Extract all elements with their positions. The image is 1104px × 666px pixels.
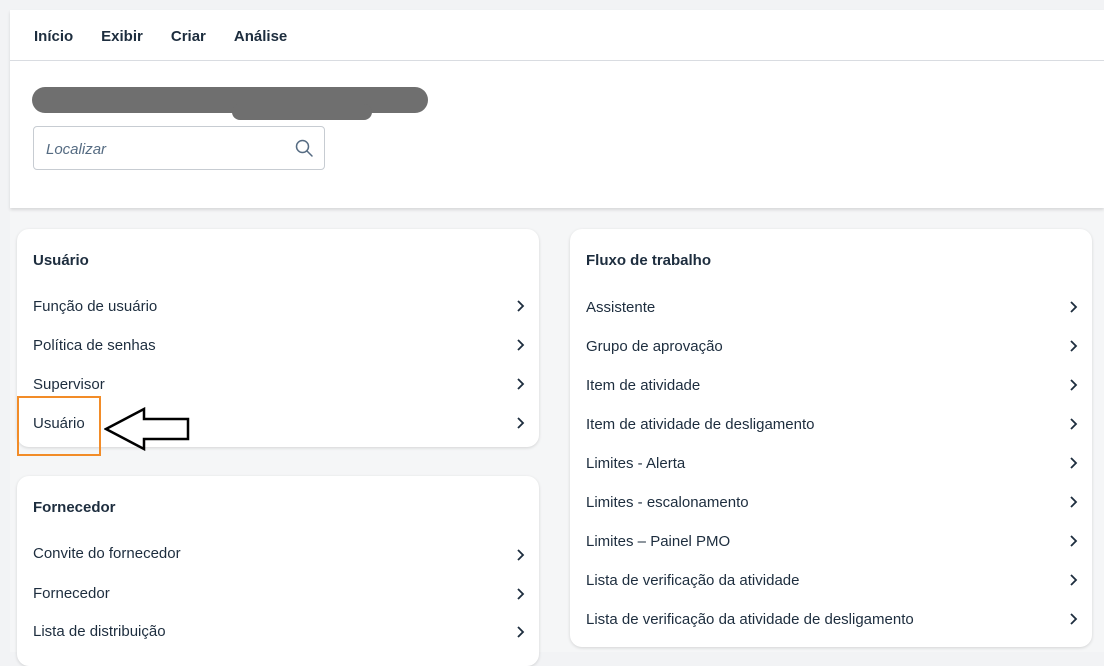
list-item-funcao-de-usuario[interactable]: Função de usuário xyxy=(33,292,157,320)
list-item-grupo-de-aprovacao[interactable]: Grupo de aprovação xyxy=(586,332,723,360)
list-item-fornecedor[interactable]: Fornecedor xyxy=(33,579,110,607)
chevron-right-icon xyxy=(517,300,525,312)
list-item-label: Política de senhas xyxy=(33,336,156,354)
chevron-right-icon xyxy=(1070,340,1078,352)
list-item-label: Assistente xyxy=(586,298,656,316)
list-item-limites-escalonamento[interactable]: Limites - escalonamento xyxy=(586,488,749,516)
list-item-label: Lista de verificação da atividade de des… xyxy=(586,610,914,628)
list-item-lista-de-verificacao-da-atividade[interactable]: Lista de verificação da atividade xyxy=(586,566,799,594)
list-item-item-de-atividade[interactable]: Item de atividade xyxy=(586,371,700,399)
list-item-label: Limites - escalonamento xyxy=(586,493,749,511)
card-title-fornecedor: Fornecedor xyxy=(33,499,116,516)
header: Início Exibir Criar Análise xyxy=(10,10,1104,208)
card-fluxo-de-trabalho: Fluxo de trabalho Assistente Grupo de ap… xyxy=(570,229,1092,647)
menu-exibir[interactable]: Exibir xyxy=(101,28,143,45)
chevron-right-icon xyxy=(517,339,525,351)
list-item-convite-do-fornecedor[interactable]: Convite do fornecedor xyxy=(33,539,181,567)
chevron-right-icon xyxy=(1070,379,1078,391)
chevron-right-icon xyxy=(1070,301,1078,313)
search-icon[interactable] xyxy=(294,138,314,158)
list-item-label: Item de atividade de desligamento xyxy=(586,415,815,433)
card-title-fluxo: Fluxo de trabalho xyxy=(586,252,712,269)
list-item-label: Convite do fornecedor xyxy=(33,544,181,562)
left-arrow-icon xyxy=(104,407,190,451)
list-item-lista-de-verificacao-desligamento[interactable]: Lista de verificação da atividade de des… xyxy=(586,605,914,633)
app-frame: Início Exibir Criar Análise Usuário Funç… xyxy=(10,10,1104,666)
chevron-right-icon xyxy=(517,417,525,429)
list-item-label: Lista de verificação da atividade xyxy=(586,571,800,589)
annotation-highlight-box xyxy=(17,396,101,456)
chevron-right-icon xyxy=(517,549,525,561)
list-item-label: Supervisor xyxy=(33,375,105,393)
list-item-label: Fornecedor xyxy=(33,584,110,602)
list-item-item-de-atividade-de-desligamento[interactable]: Item de atividade de desligamento xyxy=(586,410,814,438)
chevron-right-icon xyxy=(1070,496,1078,508)
list-item-label: Limites – Painel PMO xyxy=(586,532,731,550)
list-item-limites-alerta[interactable]: Limites - Alerta xyxy=(586,449,685,477)
list-item-label: Função de usuário xyxy=(33,297,158,315)
list-item-limites-painel-pmo[interactable]: Limites – Painel PMO xyxy=(586,527,730,555)
redacted-title-part xyxy=(232,104,372,120)
menu-inicio[interactable]: Início xyxy=(34,28,73,45)
chevron-right-icon xyxy=(517,588,525,600)
menu-analise[interactable]: Análise xyxy=(234,28,287,45)
list-item-label: Lista de distribuição xyxy=(33,622,166,640)
chevron-right-icon xyxy=(1070,418,1078,430)
chevron-right-icon xyxy=(1070,535,1078,547)
search-input[interactable] xyxy=(44,127,288,171)
chevron-right-icon xyxy=(517,626,525,638)
menu-criar[interactable]: Criar xyxy=(171,28,206,45)
search-box[interactable] xyxy=(33,126,325,171)
chevron-right-icon xyxy=(517,378,525,390)
chevron-right-icon xyxy=(1070,574,1078,586)
card-title-usuario: Usuário xyxy=(33,252,89,269)
top-menu: Início Exibir Criar Análise xyxy=(34,28,287,45)
chevron-right-icon xyxy=(1070,457,1078,469)
list-item-politica-de-senhas[interactable]: Política de senhas xyxy=(33,331,156,359)
chevron-right-icon xyxy=(1070,613,1078,625)
menu-divider xyxy=(10,60,1104,61)
list-item-lista-de-distribuicao[interactable]: Lista de distribuição xyxy=(33,617,166,645)
list-item-supervisor[interactable]: Supervisor xyxy=(33,370,105,398)
list-item-label: Item de atividade xyxy=(586,376,701,394)
list-item-assistente[interactable]: Assistente xyxy=(586,293,655,321)
list-item-label: Limites - Alerta xyxy=(586,454,686,472)
list-item-label: Grupo de aprovação xyxy=(586,337,723,355)
card-fornecedor: Fornecedor Convite do fornecedor Fornece… xyxy=(17,476,539,666)
